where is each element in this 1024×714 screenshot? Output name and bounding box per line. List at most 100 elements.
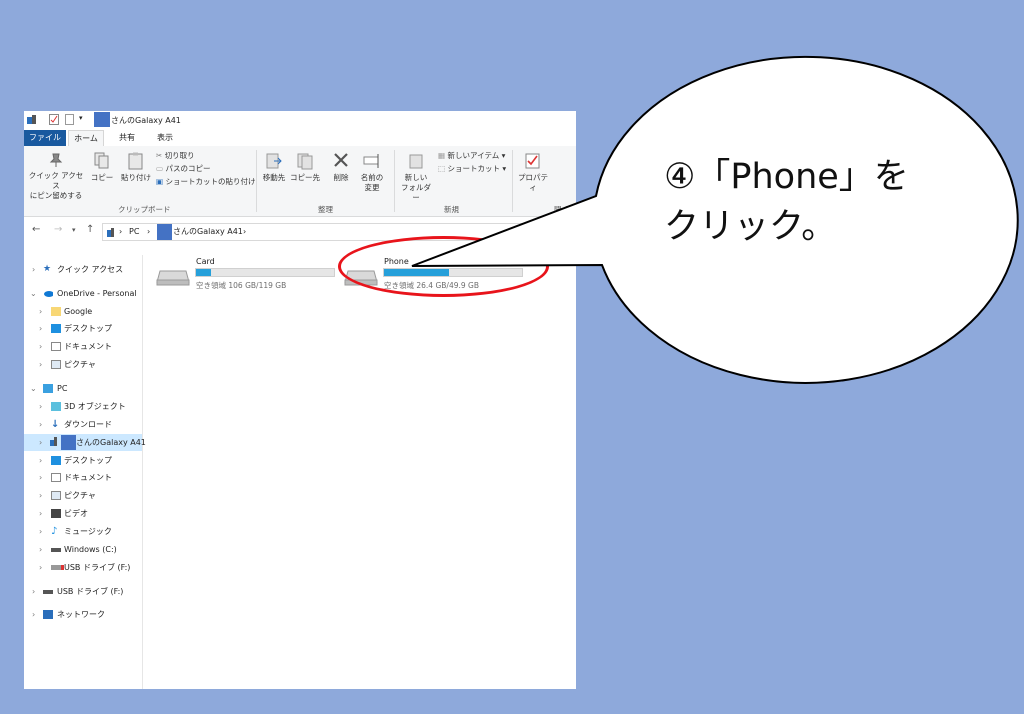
pin-label-1: クイック アクセス (28, 171, 84, 190)
paste-label: 貼り付け (121, 173, 151, 182)
rename-button[interactable]: 名前の 変更 (358, 152, 386, 193)
copy-button[interactable]: コピー (88, 152, 116, 183)
nav-videos[interactable]: › ビデオ (24, 505, 142, 522)
nav-onedrive[interactable]: ⌄ OneDrive - Personal (24, 285, 142, 302)
nav-documents-pc[interactable]: › ドキュメント (24, 469, 142, 486)
ribbon-separator (512, 150, 513, 212)
new-folder-qa-icon[interactable] (65, 114, 74, 125)
explorer-window: ▾ さんのGalaxy A41 ファイル ホーム 共有 表示 クイック アクセス… (24, 111, 576, 689)
properties-label: プロパティ (518, 173, 548, 192)
nav-galaxy-device[interactable]: › さんのGalaxy A41 (24, 434, 146, 451)
expand-chevron-icon[interactable]: › (32, 583, 35, 600)
recent-dropdown-icon[interactable]: ▾ (72, 226, 76, 234)
expand-chevron-icon[interactable]: › (39, 303, 42, 320)
tab-share[interactable]: 共有 (112, 130, 142, 146)
rename-icon (363, 154, 379, 168)
pc-icon (43, 384, 53, 393)
drive-name: Card (196, 257, 215, 266)
copy-path-label: パスのコピー (165, 164, 211, 173)
nav-3d-objects[interactable]: › 3D オブジェクト (24, 398, 142, 415)
expand-chevron-icon[interactable]: › (39, 434, 42, 451)
nav-desktop-pc[interactable]: › デスクトップ (24, 452, 142, 469)
properties-qa-icon[interactable] (49, 114, 59, 125)
expand-chevron-icon[interactable]: › (39, 452, 42, 469)
expand-chevron-icon[interactable]: › (39, 469, 42, 486)
drive-icon (51, 548, 61, 552)
expand-chevron-icon[interactable]: › (39, 356, 42, 373)
rename-label-2: 変更 (364, 183, 380, 192)
nav-downloads[interactable]: › ↓ ダウンロード (24, 416, 142, 433)
nav-label: ドキュメント (64, 473, 112, 482)
nav-pc[interactable]: ⌄ PC (24, 380, 142, 397)
move-to-button[interactable]: 移動先 (260, 152, 288, 183)
collapse-chevron-icon[interactable]: ⌄ (30, 285, 37, 302)
drive-card[interactable]: Card 空き領域 106 GB/119 GB (156, 255, 336, 295)
expand-chevron-icon[interactable]: › (39, 523, 42, 540)
delete-label: 削除 (333, 173, 349, 182)
properties-button[interactable]: プロパティ (515, 152, 551, 193)
nav-quick-access[interactable]: › ★ クイック アクセス (24, 261, 142, 278)
pin-quick-access-button[interactable]: クイック アクセス にピン留めする (27, 152, 85, 201)
back-arrow-icon[interactable]: ← (32, 224, 40, 235)
copy-to-button[interactable]: コピー先 (290, 152, 320, 183)
expand-chevron-icon[interactable]: › (32, 606, 35, 623)
nav-google[interactable]: › Google (24, 303, 142, 320)
expand-chevron-icon[interactable]: › (39, 487, 42, 504)
new-folder-label-2: フォルダー (401, 183, 431, 202)
breadcrumb-pc[interactable]: PC (129, 224, 139, 240)
tab-home[interactable]: ホーム (68, 130, 104, 146)
open-group-label: 開く (554, 205, 569, 214)
expand-chevron-icon[interactable]: › (39, 416, 42, 433)
expand-chevron-icon[interactable]: › (39, 505, 42, 522)
new-folder-button[interactable]: 新しい フォルダー (398, 152, 434, 203)
expand-chevron-icon[interactable]: › (32, 261, 35, 278)
tab-view[interactable]: 表示 (150, 130, 180, 146)
address-bar[interactable]: › PC › さんのGalaxy A41 › (102, 223, 576, 241)
expand-chevron-icon[interactable]: › (39, 541, 42, 558)
expand-chevron-icon[interactable]: › (39, 320, 42, 337)
nav-pictures[interactable]: › ピクチャ (24, 356, 142, 373)
folder-icon (51, 307, 61, 316)
new-folder-icon (409, 154, 423, 169)
copy-to-label: コピー先 (290, 173, 320, 182)
move-to-label: 移動先 (262, 173, 286, 182)
new-item-icon: ▦ (438, 151, 446, 160)
nav-music[interactable]: › ♪ ミュージック (24, 523, 142, 540)
nav-documents[interactable]: › ドキュメント (24, 338, 142, 355)
paste-shortcut-icon: ▣ (156, 177, 164, 186)
nav-network[interactable]: › ネットワーク (24, 606, 142, 623)
copy-path-button[interactable]: ▭ パスのコピー (156, 163, 210, 174)
expand-chevron-icon[interactable]: › (39, 398, 42, 415)
expand-chevron-icon[interactable]: › (39, 338, 42, 355)
delete-button[interactable]: 削除 (329, 152, 353, 183)
breadcrumb-chevron-icon: › (243, 227, 247, 236)
nav-usb-f-root[interactable]: › USB ドライブ (F:) (24, 583, 142, 600)
callout-line-1: ④「Phone」を (664, 157, 909, 197)
qa-dropdown-icon[interactable]: ▾ (79, 114, 83, 122)
expand-chevron-icon[interactable]: › (39, 559, 42, 576)
nav-label: デスクトップ (64, 324, 112, 333)
nav-label: ダウンロード (64, 420, 112, 429)
copy-label: コピー (90, 173, 114, 182)
breadcrumb-device[interactable]: さんのGalaxy A41 (173, 224, 243, 240)
easy-access-button[interactable]: ⬚ ショートカット ▾ (438, 163, 506, 174)
clipboard-group-label: クリップボード (118, 205, 171, 214)
nav-desktop[interactable]: › デスクトップ (24, 320, 142, 337)
ribbon: クイック アクセス にピン留めする コピー 貼り付け ✂ 切り取り ▭ パスのコ… (24, 146, 576, 217)
nav-windows-c[interactable]: › Windows (C:) (24, 541, 142, 558)
nav-pictures-pc[interactable]: › ピクチャ (24, 487, 142, 504)
nav-label: PC (57, 384, 68, 393)
up-arrow-icon[interactable]: ↑ (86, 224, 94, 235)
nav-usb-f[interactable]: › USB ドライブ (F:) (24, 559, 142, 576)
new-item-button[interactable]: ▦ 新しいアイテム ▾ (438, 150, 505, 161)
forward-arrow-icon[interactable]: → (54, 224, 62, 235)
collapse-chevron-icon[interactable]: ⌄ (30, 380, 37, 397)
paste-shortcut-label: ショートカットの貼り付け (165, 177, 256, 186)
ribbon-separator (394, 150, 395, 212)
paste-shortcut-button[interactable]: ▣ ショートカットの貼り付け (156, 176, 255, 187)
title-device-icon (94, 112, 110, 127)
paste-button[interactable]: 貼り付け (118, 152, 154, 183)
tab-file[interactable]: ファイル (24, 130, 66, 146)
title-bar: ▾ さんのGalaxy A41 (24, 111, 576, 129)
cut-button[interactable]: ✂ 切り取り (156, 150, 195, 161)
